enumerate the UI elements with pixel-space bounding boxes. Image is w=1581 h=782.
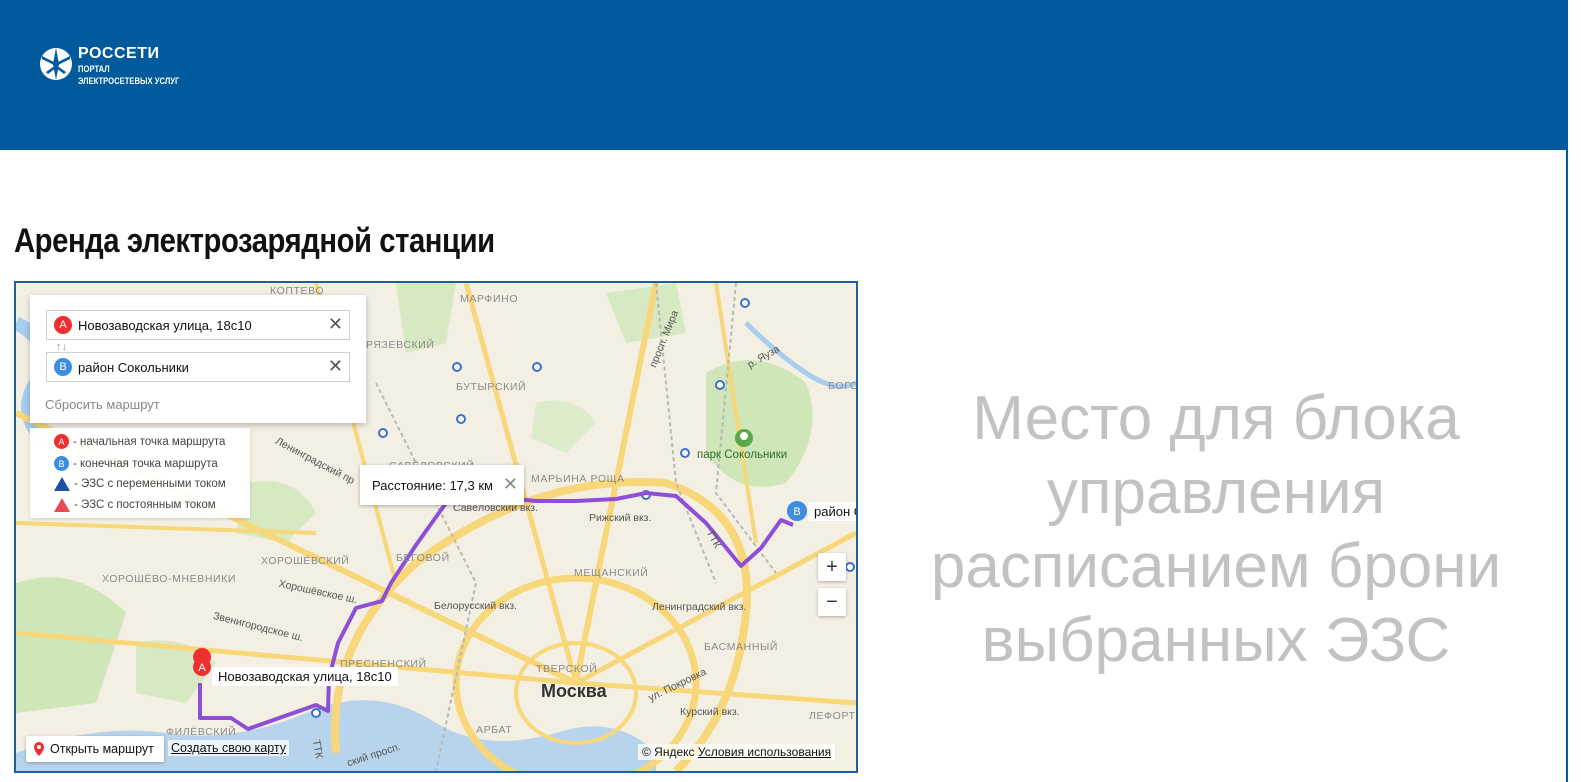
triangle-dc-icon bbox=[54, 498, 70, 512]
legend-item: - ЭЗС с переменными током bbox=[54, 477, 226, 491]
schedule-block-placeholder: Место для блока управления расписанием б… bbox=[930, 384, 1502, 675]
station-label: Ленинградский вкз. bbox=[652, 601, 747, 613]
distance-balloon: Расстояние: 17,3 км ✕ bbox=[360, 465, 524, 505]
route-point-a-field[interactable]: A Новозаводская улица, 18с10 ✕ bbox=[46, 310, 350, 340]
route-panel: A Новозаводская улица, 18с10 ✕ ↑↓ B райо… bbox=[30, 295, 366, 423]
location-pin-icon bbox=[34, 742, 44, 756]
park-label: парк Сокольники bbox=[697, 449, 788, 461]
header: РОССЕТИ ПОРТАЛ ЭЛЕКТРОСЕТЕВЫХ УСЛУГ bbox=[0, 0, 1568, 150]
map-legend: A - начальная точка маршрута B - конечна… bbox=[30, 428, 250, 518]
point-b-value: район Сокольники bbox=[78, 359, 189, 375]
legend-label: - конечная точка маршрута bbox=[73, 457, 218, 470]
right-border bbox=[1566, 150, 1568, 782]
svg-text:A: A bbox=[198, 662, 206, 674]
distance-label: Расстояние: 17,3 км bbox=[372, 477, 493, 493]
district-label: ХОРОШЁВО-МНЕВНИКИ bbox=[102, 573, 237, 585]
district-label: РЯЗЕВСКИЙ bbox=[366, 339, 435, 351]
page-title: Аренда электрозарядной станции bbox=[14, 222, 495, 260]
create-map-link[interactable]: Создать свою карту bbox=[168, 740, 290, 756]
clear-icon[interactable]: ✕ bbox=[328, 357, 343, 375]
open-route-label: Открыть маршрут bbox=[50, 742, 154, 756]
legend-label: - ЭЗС с постоянным током bbox=[74, 499, 216, 511]
legend-item: B - конечная точка маршрута bbox=[54, 456, 218, 471]
district-label: ЛЕФОРТ bbox=[809, 710, 856, 722]
zoom-out-button[interactable]: − bbox=[818, 588, 846, 616]
district-label: БЕГОВОЙ bbox=[396, 552, 450, 564]
map-copyright: © Яндекс Условия использования bbox=[638, 744, 836, 760]
brand-sub-line-2: ЭЛЕКТРОСЕТЕВЫХ УСЛУГ bbox=[78, 76, 180, 86]
point-a-icon: A bbox=[54, 316, 72, 334]
district-label: АРБАТ bbox=[476, 724, 513, 736]
station-label: Курский вкз. bbox=[680, 706, 740, 718]
station-label: Рижский вкз. bbox=[589, 512, 652, 524]
point-b-icon: B bbox=[54, 456, 69, 471]
marker-a-label: Новозаводская улица, 18с10 bbox=[212, 667, 398, 686]
district-label: МАРФИНО bbox=[460, 293, 519, 305]
legend-item: A - начальная точка маршрута bbox=[54, 434, 225, 449]
copyright-text: © Яндекс bbox=[642, 745, 695, 759]
triangle-ac-icon bbox=[54, 477, 70, 491]
district-label: ТВЕРСКОЙ bbox=[536, 663, 598, 675]
legend-label: - начальная точка маршрута bbox=[73, 435, 226, 448]
district-label: БАСМАННЫЙ bbox=[704, 641, 779, 653]
rosseti-emblem-icon bbox=[40, 48, 72, 80]
reset-route-link[interactable]: Сбросить маршрут bbox=[45, 397, 160, 412]
route-map[interactable]: A B КОПТЕВО МАРФИНО РЯЗЕВСКИЙ БУТЫРСКИЙ … bbox=[14, 281, 858, 773]
svg-text:B: B bbox=[793, 506, 800, 518]
zoom-in-button[interactable]: + bbox=[818, 553, 846, 581]
brand-name: РОССЕТИ bbox=[78, 45, 160, 62]
close-icon[interactable]: ✕ bbox=[503, 475, 518, 493]
brand-sub-line-1: ПОРТАЛ bbox=[78, 64, 110, 74]
marker-b-label: район С bbox=[808, 502, 856, 521]
point-a-icon: A bbox=[54, 434, 69, 449]
open-route-button[interactable]: Открыть маршрут bbox=[26, 736, 164, 762]
district-label: ФИЛЁВСКИЙ bbox=[166, 726, 237, 738]
district-label: МАРЬИНА РОЩА bbox=[531, 473, 625, 485]
city-label: Москва bbox=[541, 681, 607, 701]
point-b-icon: B bbox=[54, 358, 72, 376]
terms-link[interactable]: Условия использования bbox=[698, 745, 831, 759]
legend-item: - ЭЗС с постоянным током bbox=[54, 498, 216, 512]
district-label: ХОРОШЁВСКИЙ bbox=[261, 555, 350, 567]
route-point-b-field[interactable]: B район Сокольники ✕ bbox=[46, 352, 350, 382]
district-label: БОГО bbox=[828, 380, 858, 392]
district-label: БУТЫРСКИЙ bbox=[456, 381, 527, 393]
rosseti-logo[interactable]: РОССЕТИ ПОРТАЛ ЭЛЕКТРОСЕТЕВЫХ УСЛУГ bbox=[38, 46, 197, 86]
point-a-value: Новозаводская улица, 18с10 bbox=[78, 317, 252, 333]
legend-label: - ЭЗС с переменными током bbox=[74, 478, 226, 490]
station-label: Белорусский вкз. bbox=[434, 600, 518, 612]
clear-icon[interactable]: ✕ bbox=[328, 315, 343, 333]
district-label: МЕЩАНСКИЙ bbox=[574, 567, 649, 579]
